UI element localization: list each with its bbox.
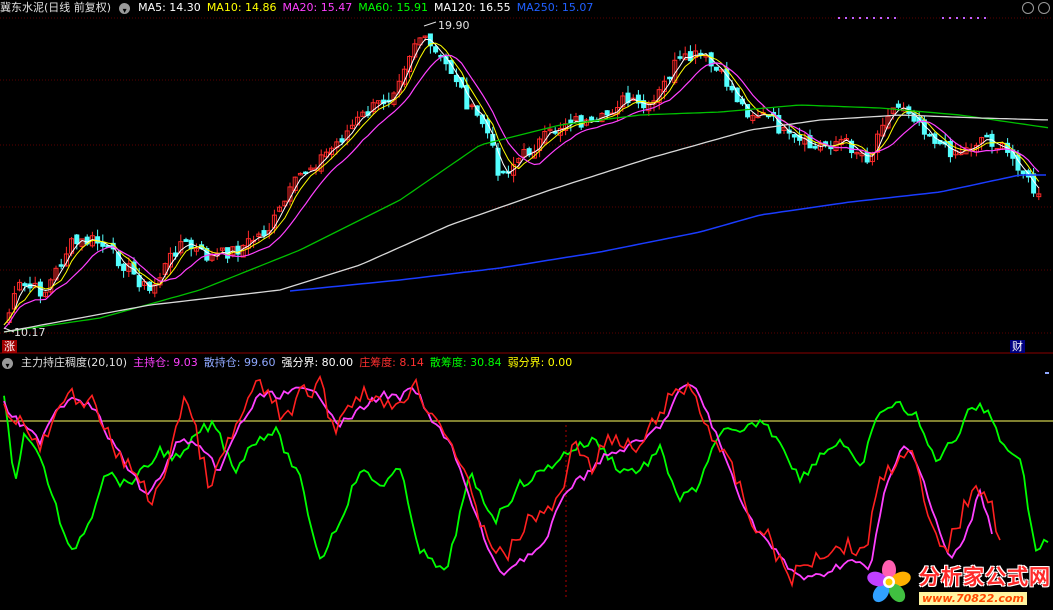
low-price-label: 10.17 <box>14 326 46 339</box>
candle-body <box>927 134 933 137</box>
event-dot <box>894 17 896 19</box>
ma10-line <box>3 42 1040 326</box>
event-dot <box>873 17 875 19</box>
watermark-title: 分析家公式网 <box>919 564 1051 589</box>
weak-boundary-value: 弱分界: 0.00 <box>507 356 573 369</box>
ma10-value: MA10: 14.86 <box>206 1 277 14</box>
candle-body <box>58 264 64 267</box>
event-dot <box>838 17 840 19</box>
candle-body <box>261 230 267 237</box>
dealer-chip-line <box>3 374 1001 588</box>
candle-body <box>339 138 345 143</box>
retail-chip-value: 散筹度: 30.84 <box>429 356 502 369</box>
retail-holding-value: 散持仓: 99.60 <box>203 356 276 369</box>
ma5-line <box>3 38 1040 326</box>
high-marker <box>423 21 437 27</box>
candle-body <box>812 146 818 149</box>
event-dot <box>887 17 889 19</box>
stock-title: 冀东水泥(日线 前复权) <box>0 1 112 14</box>
candle-body <box>895 103 901 108</box>
candle-body <box>22 283 28 287</box>
stock-chart-canvas[interactable]: 19.90 10.17 <box>0 0 1053 610</box>
ma250-value: MA250: 15.07 <box>516 1 594 14</box>
chart-window: 19.90 10.17 冀东水泥(日线 前复权) ▾ MA5: 14.30 MA1… <box>0 0 1053 610</box>
high-price-label: 19.90 <box>438 19 470 32</box>
indicator-title: 主力持庄稠度(20,10) <box>21 356 128 369</box>
candle-body <box>687 51 693 62</box>
ma250-line <box>289 174 1046 292</box>
candle-body <box>1020 170 1026 175</box>
event-dot <box>845 17 847 19</box>
chevron-down-icon[interactable]: ▾ <box>2 357 13 370</box>
candle-body <box>713 66 719 71</box>
event-dot <box>866 17 868 19</box>
event-dot <box>949 17 951 19</box>
finance-badge[interactable]: 财 <box>1010 340 1025 353</box>
candle-body <box>729 85 735 91</box>
event-dot <box>859 17 861 19</box>
candle-body <box>74 234 80 245</box>
ma120-line <box>3 114 1049 333</box>
ma20-line <box>3 54 1040 330</box>
candle-body <box>791 134 797 138</box>
main-holding-value: 主持仓: 9.03 <box>133 356 198 369</box>
candle-body <box>95 236 101 244</box>
event-dot <box>977 17 979 19</box>
candle-body <box>604 110 610 116</box>
limit-up-badge[interactable]: 涨 <box>2 340 17 353</box>
event-dot <box>963 17 965 19</box>
ma60-line <box>3 104 1049 333</box>
ma5-value: MA5: 14.30 <box>138 1 201 14</box>
chevron-down-icon[interactable]: ▾ <box>119 2 131 15</box>
event-dot <box>880 17 882 19</box>
candle-body <box>677 56 683 59</box>
event-dot <box>956 17 958 19</box>
ma60-value: MA60: 15.91 <box>358 1 428 14</box>
restore-icon[interactable] <box>1022 2 1034 14</box>
candle-body <box>121 263 127 271</box>
ma120-value: MA120: 16.55 <box>433 1 511 14</box>
event-dot <box>852 17 854 19</box>
main-chart-header: 冀东水泥(日线 前复权) ▾ MA5: 14.30 MA10: 14.86 MA… <box>0 0 593 16</box>
candle-body <box>433 46 439 53</box>
candle-body <box>115 252 121 267</box>
event-dot <box>984 17 986 19</box>
candle-body <box>453 74 459 83</box>
watermark-url: www.70822.com <box>919 592 1027 605</box>
candle-body <box>589 116 595 121</box>
strong-boundary-value: 强分界: 80.00 <box>281 356 354 369</box>
candle-body <box>984 134 990 138</box>
watermark-logo: 分析家公式网 www.70822.com <box>863 558 1051 608</box>
candle-body <box>864 152 870 163</box>
scroll-marker <box>1045 372 1049 374</box>
dealer-chip-value: 庄筹度: 8.14 <box>359 356 424 369</box>
candle-body <box>578 115 584 128</box>
candle-body <box>500 170 506 174</box>
candle-body <box>183 239 189 242</box>
event-dot <box>970 17 972 19</box>
maximize-icon[interactable] <box>1038 2 1050 14</box>
indicator-header: ▾ 主力持庄稠度(20,10) 主持仓: 9.03 散持仓: 99.60 强分界… <box>0 355 572 371</box>
event-dot <box>942 17 944 19</box>
candle-body <box>136 275 142 288</box>
candle-body <box>667 76 673 80</box>
flower-logo-icon <box>867 560 911 603</box>
ma20-value: MA20: 15.47 <box>282 1 353 14</box>
